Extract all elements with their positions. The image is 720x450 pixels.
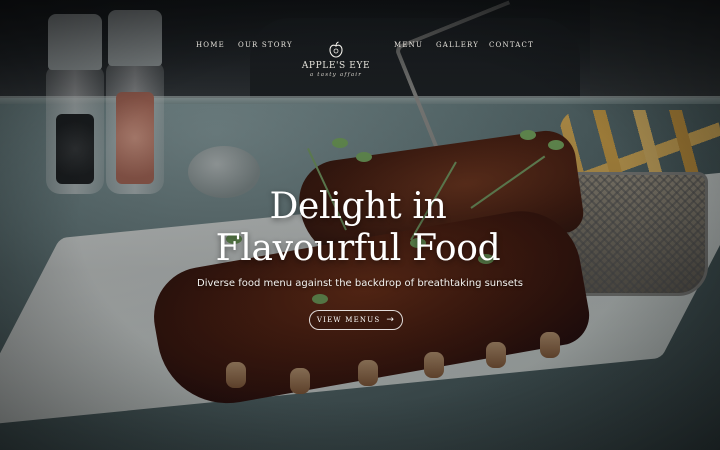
hero-title: Delight in Flavourful Food <box>215 186 501 269</box>
hero-subtitle: Diverse food menu against the backdrop o… <box>197 278 523 289</box>
nav-gallery[interactable]: GALLERY <box>436 41 479 49</box>
arrow-right-icon: → <box>386 314 396 325</box>
view-menus-button[interactable]: VIEW MENUS → <box>309 310 403 330</box>
logo-name: APPLE'S EYE <box>301 61 371 71</box>
nav-contact[interactable]: CONTACT <box>489 41 534 49</box>
nav-home[interactable]: HOME <box>196 41 225 49</box>
view-menus-label: VIEW MENUS <box>316 316 381 324</box>
main-navigation: HOME OUR STORY APPLE'S EYE a tasty affai… <box>0 0 720 78</box>
nav-our-story[interactable]: OUR STORY <box>238 41 293 49</box>
logo-tagline: a tasty affair <box>309 72 363 78</box>
site-logo[interactable]: APPLE'S EYE a tasty affair <box>300 41 372 78</box>
nav-menu[interactable]: MENU <box>394 41 423 49</box>
apple-icon <box>329 41 343 58</box>
hero-section: Delight in Flavourful Food Diverse food … <box>0 186 720 289</box>
